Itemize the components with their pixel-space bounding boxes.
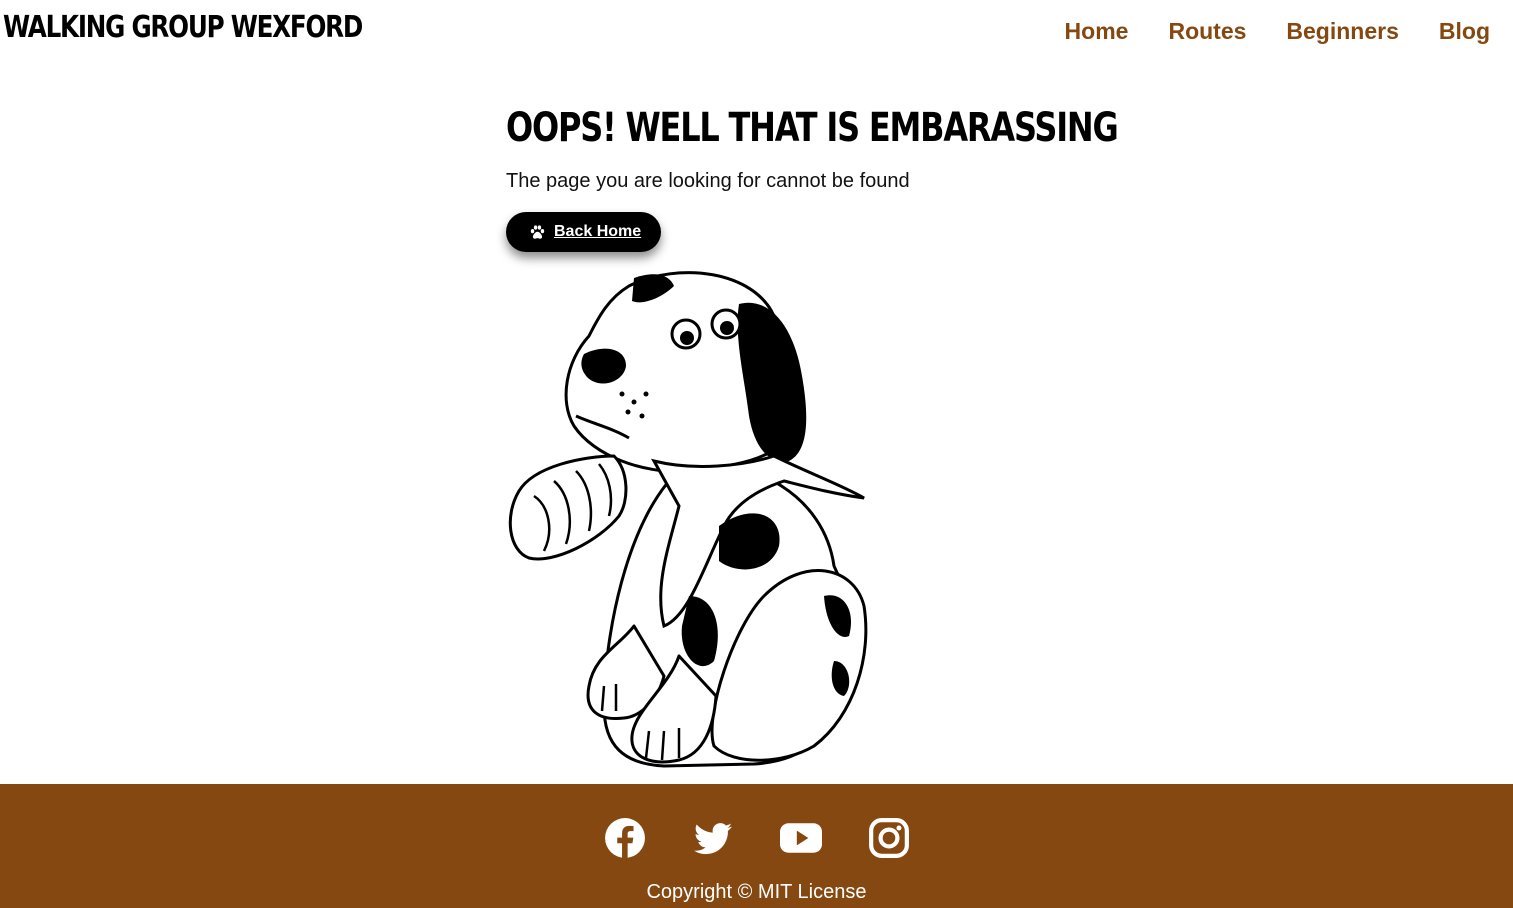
back-home-button[interactable]: Back Home	[506, 212, 661, 252]
instagram-icon[interactable]	[868, 817, 910, 859]
page-title: OOPS! WELL THAT IS EMBARASSING	[506, 105, 1119, 151]
error-message: The page you are looking for cannot be f…	[506, 170, 910, 192]
paw-icon	[530, 224, 545, 239]
navbar: WALKING GROUP WEXFORD Home Routes Beginn…	[0, 0, 1513, 66]
sad-dog-illustration	[508, 271, 868, 768]
social-links	[0, 817, 1513, 859]
nav-links: Home Routes Beginners Blog	[1025, 18, 1490, 45]
nav-link-home[interactable]: Home	[1065, 18, 1129, 45]
youtube-icon[interactable]	[779, 817, 822, 859]
error-content: OOPS! WELL THAT IS EMBARASSING The page …	[506, 100, 1119, 252]
brand-logo-text[interactable]: WALKING GROUP WEXFORD	[3, 10, 363, 45]
nav-link-beginners[interactable]: Beginners	[1286, 18, 1398, 45]
nav-link-blog[interactable]: Blog	[1439, 18, 1490, 45]
nav-link-routes[interactable]: Routes	[1168, 18, 1246, 45]
copyright-text: Copyright © MIT License	[646, 881, 867, 903]
footer: Copyright © MIT License	[0, 784, 1513, 908]
facebook-icon[interactable]	[604, 817, 646, 859]
twitter-icon[interactable]	[692, 817, 734, 859]
back-home-label: Back Home	[554, 223, 642, 240]
